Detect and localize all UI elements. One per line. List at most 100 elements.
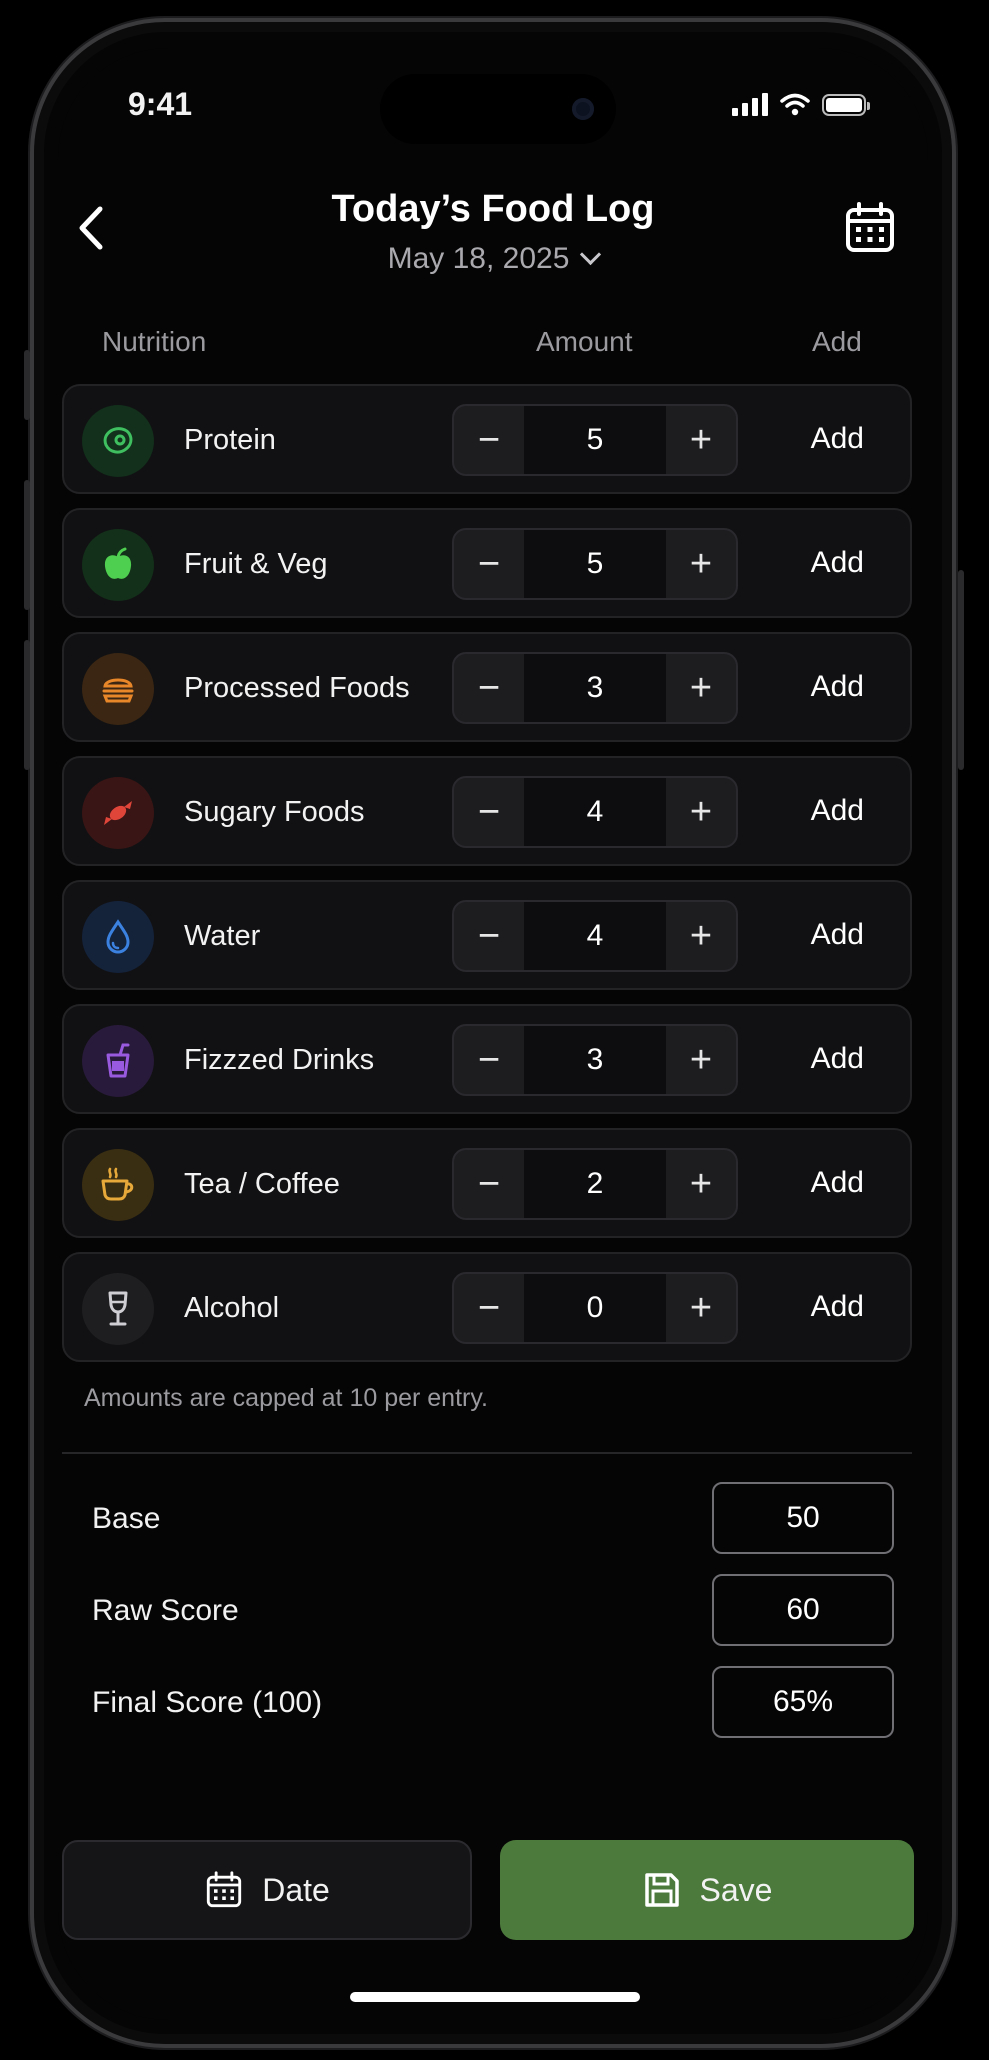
apple-icon (82, 529, 154, 601)
food-row-alcohol: Alcohol − 0 + Add (62, 1252, 912, 1362)
status-icons (732, 92, 870, 116)
divider (62, 1452, 912, 1454)
page-title: Today’s Food Log (331, 188, 655, 230)
row-label: Fruit & Veg (184, 548, 328, 580)
steak-icon (82, 405, 154, 477)
row-label: Tea / Coffee (184, 1168, 340, 1200)
increment-button[interactable]: + (666, 1274, 736, 1342)
wine-glass-icon (82, 1273, 154, 1345)
cap-note: Amounts are capped at 10 per entry. (84, 1384, 488, 1412)
amount-stepper: − 5 + (452, 404, 738, 476)
add-button[interactable]: Add (811, 1290, 864, 1324)
row-label: Fizzzed Drinks (184, 1044, 375, 1076)
volume-down-button (24, 640, 30, 770)
row-label: Sugary Foods (184, 796, 365, 828)
increment-button[interactable]: + (666, 778, 736, 846)
amount-value: 3 (524, 1026, 666, 1094)
base-label: Base (92, 1502, 161, 1535)
food-row-water: Water − 4 + Add (62, 880, 912, 990)
row-label: Water (184, 920, 261, 952)
food-row-protein: Protein − 5 + Add (62, 384, 912, 494)
date-selector[interactable]: May 18, 2025 (58, 242, 928, 276)
amount-value: 3 (524, 654, 666, 722)
food-row-fruit-veg: Fruit & Veg − 5 + Add (62, 508, 912, 618)
soda-cup-icon (82, 1025, 154, 1097)
amount-stepper: − 3 + (452, 652, 738, 724)
food-row-sugary-foods: Sugary Foods − 4 + Add (62, 756, 912, 866)
decrement-button[interactable]: − (454, 530, 524, 598)
food-row-fizzed-drinks: Fizzzed Drinks − 3 + Add (62, 1004, 912, 1114)
date-button-label: Date (262, 1871, 330, 1908)
home-indicator[interactable] (350, 1992, 640, 2002)
candy-icon (82, 777, 154, 849)
column-header-amount: Amount (536, 326, 633, 357)
row-label: Alcohol (184, 1292, 280, 1324)
base-value-field: 50 (712, 1482, 894, 1554)
status-time: 9:41 (128, 86, 193, 122)
column-header-add: Add (812, 326, 862, 357)
decrement-button[interactable]: − (454, 902, 524, 970)
app-screen: 9:41 Today’s Food Log May 18, 2025 Nutri… (58, 48, 928, 2020)
amount-stepper: − 4 + (452, 776, 738, 848)
amount-value: 0 (524, 1274, 666, 1342)
add-button[interactable]: Add (811, 1166, 864, 1200)
add-button[interactable]: Add (811, 918, 864, 952)
increment-button[interactable]: + (666, 1026, 736, 1094)
selected-date: May 18, 2025 (387, 242, 570, 275)
save-icon (644, 1873, 679, 1907)
raw-score-value-field: 60 (712, 1574, 894, 1646)
amount-stepper: − 2 + (452, 1148, 738, 1220)
decrement-button[interactable]: − (454, 1274, 524, 1342)
volume-up-button (24, 480, 30, 610)
raw-score-label: Raw Score (92, 1594, 239, 1627)
amount-value: 5 (524, 406, 666, 474)
amount-stepper: − 5 + (452, 528, 738, 600)
add-button[interactable]: Add (811, 670, 864, 704)
amount-value: 4 (524, 778, 666, 846)
camera-icon (572, 98, 594, 120)
coffee-cup-icon (82, 1149, 154, 1221)
date-button[interactable]: Date (62, 1840, 472, 1940)
decrement-button[interactable]: − (454, 1150, 524, 1218)
save-button[interactable]: Save (500, 1840, 914, 1940)
amount-stepper: − 3 + (452, 1024, 738, 1096)
add-button[interactable]: Add (811, 546, 864, 580)
add-button[interactable]: Add (811, 422, 864, 456)
increment-button[interactable]: + (666, 902, 736, 970)
add-button[interactable]: Add (811, 794, 864, 828)
silent-switch (24, 350, 30, 420)
calendar-icon (846, 202, 894, 252)
final-score-label: Final Score (100) (92, 1686, 323, 1719)
chevron-down-icon (580, 243, 602, 266)
power-button (958, 570, 964, 770)
cellular-signal-icon (732, 93, 768, 116)
increment-button[interactable]: + (666, 1150, 736, 1218)
column-header-nutrition: Nutrition (102, 326, 207, 357)
decrement-button[interactable]: − (454, 654, 524, 722)
decrement-button[interactable]: − (454, 406, 524, 474)
burger-icon (82, 653, 154, 725)
battery-icon (822, 94, 870, 116)
amount-stepper: − 4 + (452, 900, 738, 972)
calendar-button[interactable] (842, 200, 898, 256)
increment-button[interactable]: + (666, 654, 736, 722)
food-row-tea-coffee: Tea / Coffee − 2 + Add (62, 1128, 912, 1238)
amount-value: 5 (524, 530, 666, 598)
decrement-button[interactable]: − (454, 1026, 524, 1094)
add-button[interactable]: Add (811, 1042, 864, 1076)
dynamic-island (380, 74, 616, 144)
status-bar: 9:41 (58, 48, 928, 168)
increment-button[interactable]: + (666, 530, 736, 598)
wifi-icon (780, 93, 810, 116)
food-row-processed-foods: Processed Foods − 3 + Add (62, 632, 912, 742)
final-score-value-field: 65% (712, 1666, 894, 1738)
row-label: Processed Foods (184, 672, 410, 704)
row-label: Protein (184, 424, 276, 456)
amount-value: 2 (524, 1150, 666, 1218)
amount-stepper: − 0 + (452, 1272, 738, 1344)
calendar-icon (207, 1871, 242, 1908)
water-drop-icon (82, 901, 154, 973)
decrement-button[interactable]: − (454, 778, 524, 846)
amount-value: 4 (524, 902, 666, 970)
increment-button[interactable]: + (666, 406, 736, 474)
